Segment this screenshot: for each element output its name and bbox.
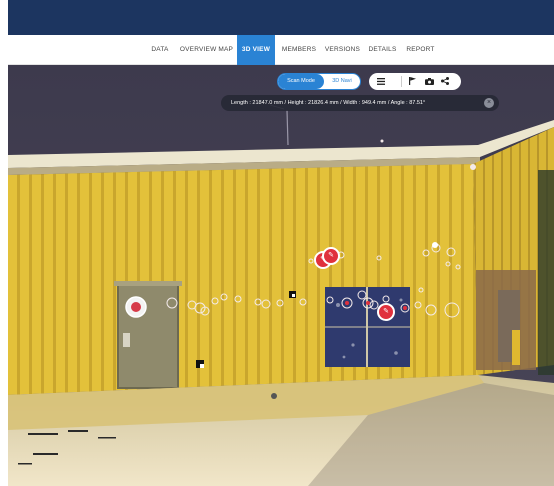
annotation-pin[interactable]: ✎: [322, 247, 340, 265]
point-cloud-scene: [8, 65, 554, 486]
3d-viewer-canvas[interactable]: Scan Mode 3D Navi Length : 21847.0 mm / …: [8, 65, 554, 486]
tab-data[interactable]: DATA: [148, 35, 172, 65]
toolbar-divider: [401, 76, 402, 87]
flag-icon[interactable]: [409, 73, 425, 90]
tab-overview-map[interactable]: OVERVIEW MAP: [178, 35, 235, 65]
close-icon[interactable]: ×: [484, 98, 494, 108]
edit-icon: ✎: [383, 308, 389, 315]
measurement-text: Length : 21847.0 mm / Height : 21826.4 m…: [231, 100, 426, 106]
tab-bar: DATA OVERVIEW MAP 3D VIEW MEMBERS VERSIO…: [8, 35, 554, 65]
scan-mode-button[interactable]: Scan Mode: [278, 74, 324, 89]
tab-members[interactable]: MEMBERS: [279, 35, 319, 65]
camera-icon[interactable]: [425, 73, 441, 90]
tab-3d-view[interactable]: 3D VIEW: [237, 35, 275, 65]
annotation-pin[interactable]: ✎: [377, 303, 395, 321]
tab-details[interactable]: DETAILS: [367, 35, 398, 65]
tab-report[interactable]: REPORT: [404, 35, 437, 65]
viewer-toolbar: [369, 73, 461, 90]
selected-scan-point: [131, 302, 141, 312]
tab-versions[interactable]: VERSIONS: [324, 35, 361, 65]
list-icon[interactable]: [377, 73, 393, 90]
edit-icon: ✎: [328, 252, 334, 259]
app-header-bar: [8, 0, 554, 35]
measurement-readout: Length : 21847.0 mm / Height : 21826.4 m…: [221, 95, 499, 111]
share-icon[interactable]: [441, 73, 457, 90]
view-mode-toggle: Scan Mode 3D Navi: [277, 73, 361, 90]
3d-navi-button[interactable]: 3D Navi: [324, 74, 360, 89]
